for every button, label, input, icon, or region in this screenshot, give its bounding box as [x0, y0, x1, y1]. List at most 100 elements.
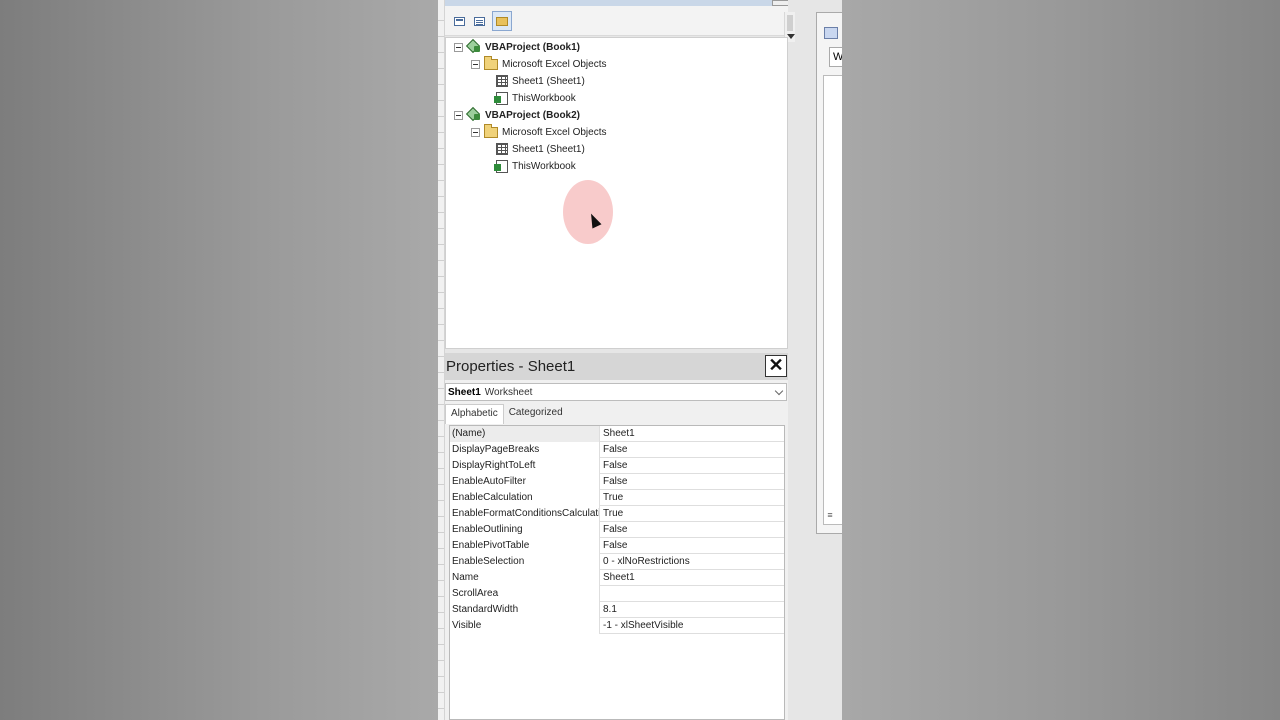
- edge-tick: [438, 260, 444, 261]
- edge-tick: [438, 532, 444, 533]
- tree-item[interactable]: VBAProject (Book2): [454, 107, 580, 123]
- folder-icon: [484, 55, 498, 70]
- property-value[interactable]: -1 - xlSheetVisible: [601, 618, 784, 634]
- property-value[interactable]: 0 - xlNoRestrictions: [601, 554, 784, 570]
- chevron-down-icon: [774, 386, 784, 396]
- property-row[interactable]: EnableSelection 0 - xlNoRestrictions: [450, 554, 784, 570]
- property-row[interactable]: ScrollArea: [450, 586, 784, 602]
- property-row[interactable]: StandardWidth 8.1: [450, 602, 784, 618]
- worksheet-icon: [496, 75, 508, 87]
- edge-tick: [438, 644, 444, 645]
- property-value[interactable]: False: [601, 522, 784, 538]
- close-icon[interactable]: ✕: [765, 355, 787, 377]
- edge-tick: [438, 356, 444, 357]
- tree-item-label: ThisWorkbook: [512, 160, 576, 172]
- property-value[interactable]: False: [601, 442, 784, 458]
- edge-tick: [438, 484, 444, 485]
- properties-tabs: Alphabetic Categorized: [445, 404, 568, 424]
- project-toolbar: [445, 6, 795, 42]
- edge-tick: [438, 452, 444, 453]
- property-name: DisplayRightToLeft: [450, 458, 600, 474]
- property-value[interactable]: False: [601, 474, 784, 490]
- vba-project-icon: [467, 40, 481, 54]
- property-value[interactable]: False: [601, 538, 784, 554]
- view-code-icon: [473, 16, 485, 26]
- collapse-icon[interactable]: [471, 59, 480, 69]
- edge-tick: [438, 244, 444, 245]
- edge-tick: [438, 116, 444, 117]
- property-row[interactable]: EnablePivotTable False: [450, 538, 784, 554]
- property-value[interactable]: False: [601, 458, 784, 474]
- folder-icon: [496, 16, 508, 26]
- collapse-icon[interactable]: [454, 110, 463, 120]
- property-name: EnableOutlining: [450, 522, 600, 538]
- edge-tick: [438, 596, 444, 597]
- tree-item-label: Sheet1 (Sheet1): [512, 143, 585, 155]
- tree-item[interactable]: VBAProject (Book1): [454, 39, 580, 55]
- property-row[interactable]: DisplayRightToLeft False: [450, 458, 784, 474]
- tree-item[interactable]: Microsoft Excel Objects: [471, 55, 607, 72]
- edge-tick: [438, 420, 444, 421]
- property-row[interactable]: EnableOutlining False: [450, 522, 784, 538]
- tree-item[interactable]: Sheet1 (Sheet1): [496, 141, 585, 157]
- property-row[interactable]: DisplayPageBreaks False: [450, 442, 784, 458]
- property-value[interactable]: Sheet1: [601, 426, 784, 442]
- edge-tick: [438, 692, 444, 693]
- property-name: EnableCalculation: [450, 490, 600, 506]
- edge-tick: [438, 388, 444, 389]
- window-icon: [824, 27, 838, 39]
- right-background: [842, 0, 1280, 720]
- edge-tick: [438, 628, 444, 629]
- tree-item[interactable]: Sheet1 (Sheet1): [496, 73, 585, 89]
- tree-item-label: Microsoft Excel Objects: [502, 58, 607, 70]
- property-value[interactable]: Sheet1: [601, 570, 784, 586]
- property-value[interactable]: True: [601, 490, 784, 506]
- property-row[interactable]: EnableCalculation True: [450, 490, 784, 506]
- edge-tick: [438, 436, 444, 437]
- left-background: [0, 0, 438, 720]
- edge-tick: [438, 548, 444, 549]
- tree-item-label: Microsoft Excel Objects: [502, 126, 607, 138]
- object-combo[interactable]: W: [829, 47, 842, 67]
- property-name: EnableSelection: [450, 554, 600, 570]
- property-row[interactable]: Name Sheet1: [450, 570, 784, 586]
- edge-tick: [438, 564, 444, 565]
- view-object-button[interactable]: [449, 11, 469, 31]
- edge-tick: [438, 228, 444, 229]
- vba-project-icon: [467, 108, 481, 122]
- edge-tick: [438, 340, 444, 341]
- view-code-button[interactable]: [469, 11, 489, 31]
- property-name: StandardWidth: [450, 602, 600, 618]
- property-name: (Name): [450, 426, 600, 442]
- edge-tick: [438, 404, 444, 405]
- collapse-icon[interactable]: [471, 127, 480, 137]
- tab-alphabetic[interactable]: Alphabetic: [445, 404, 504, 424]
- scroll-down-icon[interactable]: [787, 34, 795, 39]
- workbook-icon: [494, 91, 508, 105]
- property-value[interactable]: 8.1: [601, 602, 784, 618]
- object-selector[interactable]: Sheet1 Worksheet: [445, 383, 787, 401]
- folder-icon: [484, 123, 498, 138]
- property-value[interactable]: [601, 586, 784, 602]
- tree-item[interactable]: ThisWorkbook: [494, 90, 576, 106]
- edge-tick: [438, 468, 444, 469]
- vba-editor-frame: VBAProject (Book1) Microsoft Excel Object…: [438, 0, 842, 720]
- collapse-icon[interactable]: [454, 42, 463, 52]
- toggle-folders-button[interactable]: [492, 11, 512, 31]
- edge-tick: [438, 20, 444, 21]
- property-row[interactable]: (Name) Sheet1: [450, 426, 784, 442]
- property-name: DisplayPageBreaks: [450, 442, 600, 458]
- property-row[interactable]: Visible -1 - xlSheetVisible: [450, 618, 784, 634]
- tree-item[interactable]: Microsoft Excel Objects: [471, 123, 607, 140]
- worksheet-icon: [496, 143, 508, 155]
- property-row[interactable]: EnableAutoFilter False: [450, 474, 784, 490]
- property-row[interactable]: EnableFormatConditionsCalculation True: [450, 506, 784, 522]
- property-name: ScrollArea: [450, 586, 600, 602]
- code-pane[interactable]: [823, 75, 842, 525]
- scroll-thumb[interactable]: [787, 15, 793, 31]
- tree-item[interactable]: ThisWorkbook: [494, 158, 576, 174]
- property-value[interactable]: True: [601, 506, 784, 522]
- split-icon[interactable]: ≡: [825, 509, 835, 521]
- tree-item-label: ThisWorkbook: [512, 92, 576, 104]
- tab-categorized[interactable]: Categorized: [504, 404, 568, 424]
